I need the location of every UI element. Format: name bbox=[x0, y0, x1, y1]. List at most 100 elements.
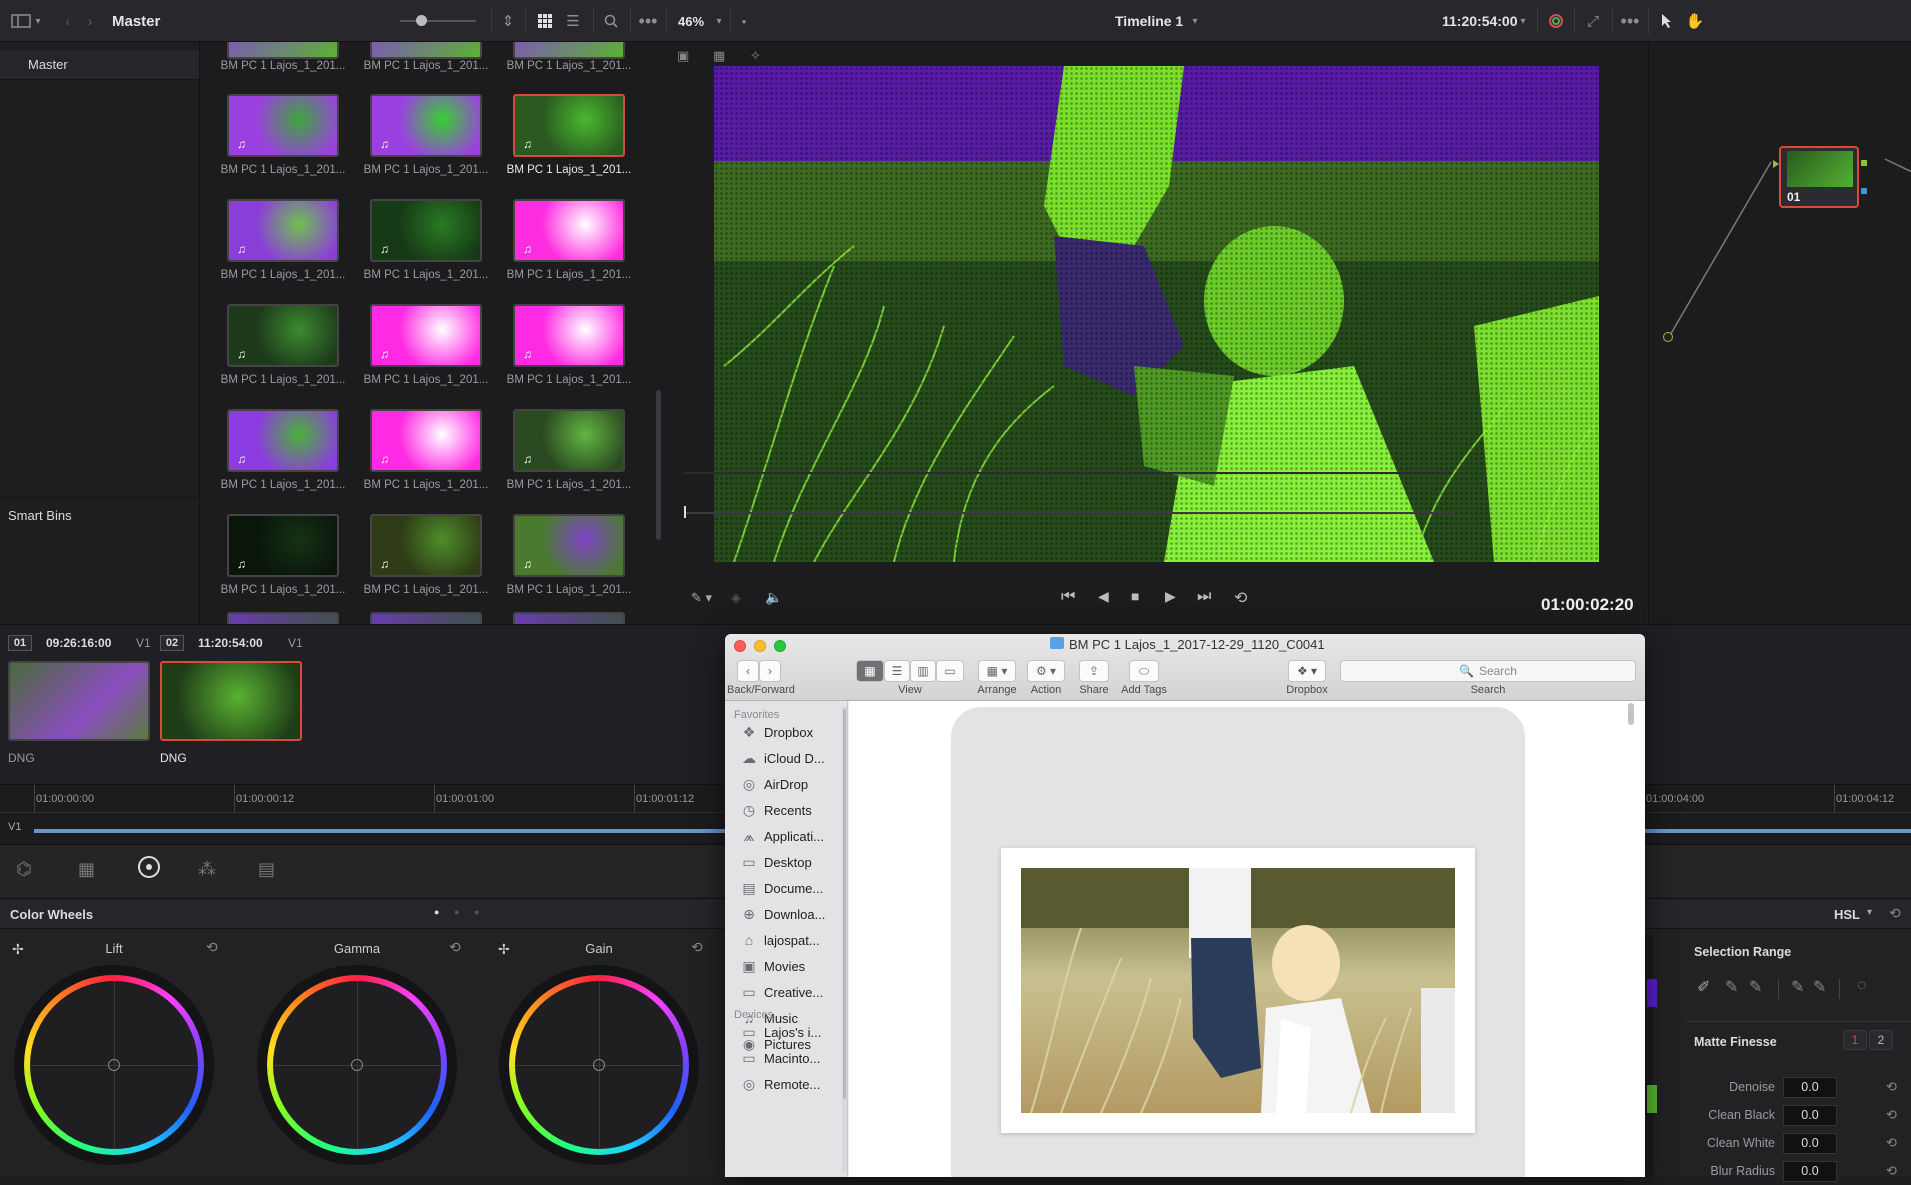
matte-page-1[interactable]: 1 bbox=[1843, 1030, 1867, 1050]
stop-icon[interactable]: ■ bbox=[1131, 588, 1139, 604]
search-icon[interactable] bbox=[598, 0, 624, 42]
sort-icon[interactable]: ⇕ bbox=[496, 0, 520, 42]
file-preview[interactable] bbox=[1001, 848, 1475, 1133]
clip-thumbnail[interactable] bbox=[227, 612, 339, 624]
thumbnail-size-slider[interactable] bbox=[400, 15, 476, 26]
finder-sidebar-item[interactable]: ▭ Desktop bbox=[741, 851, 811, 873]
finder-sidebar-device[interactable]: ▭ Macinto... bbox=[741, 1047, 820, 1069]
skip-start-icon[interactable]: ⏮ bbox=[1061, 588, 1075, 606]
page-dot-1[interactable]: ● bbox=[434, 907, 439, 917]
finder-sidebar-item[interactable]: ☁ iCloud D... bbox=[741, 747, 825, 769]
clip-thumbnail[interactable] bbox=[513, 42, 625, 59]
feather-minus-icon[interactable]: ✎ bbox=[1791, 977, 1804, 997]
picker-plus-icon[interactable]: ✎ bbox=[1749, 977, 1762, 997]
finder-sidebar-device[interactable]: ▭ Lajos's i... bbox=[741, 1021, 821, 1043]
clip-thumbnail[interactable]: ♫ bbox=[513, 409, 625, 472]
close-window-button[interactable] bbox=[734, 640, 746, 652]
more-options-icon[interactable]: ••• bbox=[634, 0, 662, 42]
finder-sidebar-item[interactable]: ▣ Movies bbox=[741, 955, 805, 977]
color-wheel[interactable] bbox=[499, 965, 699, 1165]
clip-thumbnail[interactable]: ♫ bbox=[370, 199, 482, 262]
finder-forward-button[interactable]: › bbox=[759, 660, 781, 682]
finder-sidebar-item[interactable]: ▤ Docume... bbox=[741, 877, 823, 899]
loop-icon[interactable]: ⟲ bbox=[1234, 588, 1247, 608]
sidebar-scrollbar[interactable] bbox=[843, 709, 846, 1099]
reset-qualifier-icon[interactable]: ⟲ bbox=[1889, 905, 1901, 922]
wheel-reset-icon[interactable]: ⟲ bbox=[206, 939, 218, 956]
finder-sidebar-item[interactable]: ◷ Recents bbox=[741, 799, 812, 821]
back-icon[interactable]: ‹ bbox=[58, 0, 78, 42]
fullscreen-icon[interactable]: ⤢ bbox=[1580, 0, 1606, 42]
clip-thumbnail[interactable] bbox=[370, 42, 482, 59]
gain-picker-icon[interactable]: ✢ bbox=[498, 941, 510, 958]
finder-sidebar-item[interactable]: ◎ AirDrop bbox=[741, 773, 808, 795]
media-pool-scrollbar[interactable] bbox=[656, 390, 661, 540]
wheel-reset-icon[interactable]: ⟲ bbox=[449, 939, 461, 956]
finder-sidebar-device[interactable]: ◎ Remote... bbox=[741, 1073, 820, 1095]
clip-thumbnail[interactable]: ♫ bbox=[513, 94, 625, 157]
clip-thumbnail[interactable]: ♫ bbox=[513, 304, 625, 367]
gallery-view-button[interactable]: ▭ bbox=[936, 660, 964, 682]
param-reset-icon[interactable]: ⟲ bbox=[1886, 1135, 1897, 1151]
qualifier-mode[interactable]: HSL bbox=[1834, 907, 1860, 922]
param-reset-icon[interactable]: ⟲ bbox=[1886, 1107, 1897, 1123]
viewer-scrubber[interactable] bbox=[684, 506, 1453, 518]
share-button[interactable]: ⇪ bbox=[1079, 660, 1109, 682]
video-frame[interactable] bbox=[714, 66, 1599, 562]
list-view-button[interactable]: ☰ bbox=[884, 660, 910, 682]
timeline-dropdown-icon[interactable]: ▾ bbox=[1188, 0, 1202, 42]
clip-thumbnail[interactable]: ♫ bbox=[227, 199, 339, 262]
invert-selection-icon[interactable]: ◌ bbox=[1857, 977, 1867, 995]
timecode-dropdown-icon[interactable]: ▾ bbox=[1516, 0, 1530, 42]
skip-end-icon[interactable]: ⏭ bbox=[1197, 588, 1211, 606]
hand-tool-icon[interactable]: ✋ bbox=[1683, 0, 1707, 42]
finder-sidebar-item[interactable]: ❖ Dropbox bbox=[741, 721, 813, 743]
finder-sidebar-item[interactable]: ⊕ Downloa... bbox=[741, 903, 825, 925]
page-dot-2[interactable]: ● bbox=[454, 907, 459, 917]
bin-master[interactable]: Master bbox=[0, 50, 199, 80]
finder-search-input[interactable]: 🔍 Search bbox=[1340, 660, 1636, 682]
timeline-clip-thumbnail[interactable] bbox=[8, 661, 150, 741]
picker-icon[interactable]: ✐ bbox=[1697, 977, 1710, 997]
color-wheels-tab-icon[interactable] bbox=[138, 856, 160, 878]
grid-view-icon[interactable] bbox=[532, 0, 558, 42]
smart-bins-header[interactable]: Smart Bins bbox=[0, 500, 72, 530]
picker-minus-icon[interactable]: ✎ bbox=[1725, 977, 1738, 997]
dropbox-button[interactable]: ❖ ▾ bbox=[1288, 660, 1326, 682]
dropper-icon[interactable]: ✎ ▾ bbox=[691, 590, 712, 606]
arrange-button[interactable]: ▦ ▾ bbox=[978, 660, 1016, 682]
clip-thumbnail[interactable]: ♫ bbox=[513, 199, 625, 262]
param-value[interactable]: 0.0 bbox=[1783, 1161, 1837, 1182]
page-dot-3[interactable]: ● bbox=[474, 907, 479, 917]
clip-thumbnail[interactable]: ♫ bbox=[227, 409, 339, 472]
clip-thumbnail[interactable]: ♫ bbox=[370, 94, 482, 157]
rgb-mixer-icon[interactable]: ⁂ bbox=[198, 859, 216, 880]
motion-effects-icon[interactable]: ▤ bbox=[258, 859, 275, 880]
clip-thumbnail[interactable] bbox=[227, 42, 339, 59]
node-input[interactable] bbox=[1663, 332, 1673, 342]
clip-thumbnail[interactable] bbox=[513, 612, 625, 624]
clip-thumbnail[interactable]: ♫ bbox=[370, 514, 482, 577]
color-wheel-icon[interactable] bbox=[1543, 0, 1569, 42]
param-value[interactable]: 0.0 bbox=[1783, 1105, 1837, 1126]
icon-view-button[interactable]: ▦ bbox=[856, 660, 884, 682]
feather-plus-icon[interactable]: ✎ bbox=[1813, 977, 1826, 997]
viewer-options-icon[interactable]: ••• bbox=[1616, 0, 1644, 42]
pointer-tool-icon[interactable] bbox=[1655, 0, 1679, 42]
add-tags-button[interactable]: ⬭ bbox=[1129, 660, 1159, 682]
param-value[interactable]: 0.0 bbox=[1783, 1077, 1837, 1098]
clip-thumbnail[interactable]: ♫ bbox=[227, 304, 339, 367]
clip-thumbnail[interactable]: ♫ bbox=[370, 304, 482, 367]
column-view-button[interactable]: ▥ bbox=[910, 660, 936, 682]
split-view-icon[interactable]: ▣ bbox=[677, 48, 701, 68]
clip-thumbnail[interactable]: ♫ bbox=[513, 514, 625, 577]
qualifier-mode-dropdown-icon[interactable]: ▾ bbox=[1867, 907, 1872, 918]
color-wheel[interactable] bbox=[14, 965, 214, 1165]
forward-icon[interactable]: › bbox=[80, 0, 100, 42]
content-scrollbar[interactable] bbox=[1628, 703, 1634, 725]
param-reset-icon[interactable]: ⟲ bbox=[1886, 1079, 1897, 1095]
matte-page-2[interactable]: 2 bbox=[1869, 1030, 1893, 1050]
play-icon[interactable]: ▶ bbox=[1165, 588, 1176, 605]
magic-wand-icon[interactable]: ✧ bbox=[750, 48, 774, 68]
grid-overlay-icon[interactable]: ▦ bbox=[713, 48, 737, 68]
